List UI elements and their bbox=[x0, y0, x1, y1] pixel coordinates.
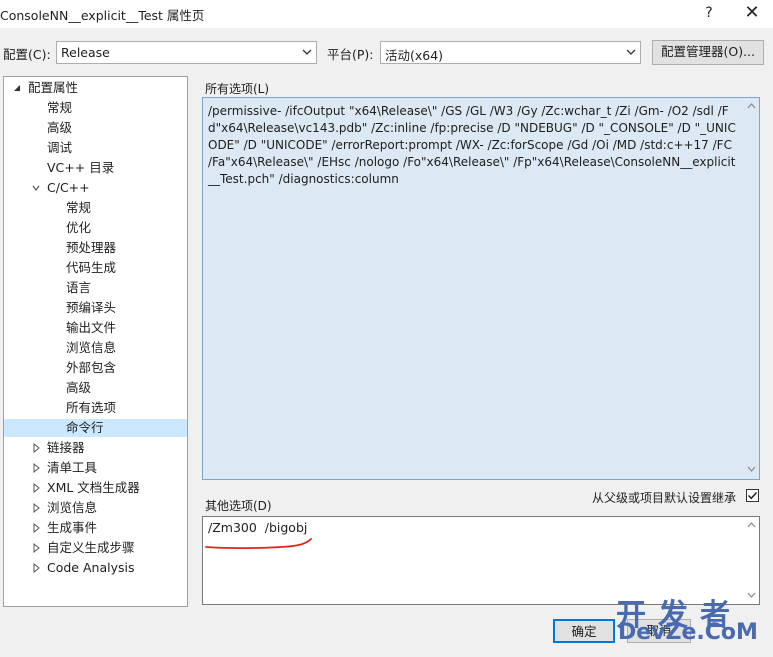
tree-item-label: 调试 bbox=[47, 140, 73, 155]
close-button[interactable]: ✕ bbox=[741, 3, 763, 25]
expand-arrow-icon[interactable] bbox=[31, 543, 41, 553]
all-options-box[interactable]: /permissive- /ifcOutput "x64\Release\" /… bbox=[202, 97, 760, 480]
config-label: 配置(C): bbox=[3, 47, 51, 62]
ok-button[interactable]: 确定 bbox=[553, 619, 615, 643]
tree-item[interactable]: 清单工具 bbox=[4, 459, 187, 477]
check-icon bbox=[747, 491, 758, 500]
tree-item-label: 生成事件 bbox=[47, 520, 98, 535]
tree-item-label: Code Analysis bbox=[47, 560, 135, 575]
collapse-arrow-icon[interactable] bbox=[31, 183, 41, 193]
watermark-en: DevZe.CoM bbox=[618, 620, 758, 645]
tree-item-label: 常规 bbox=[47, 100, 73, 115]
all-options-label: 所有选项(L) bbox=[205, 82, 270, 96]
expand-arrow-icon[interactable] bbox=[31, 503, 41, 513]
platform-value: 活动(x64) bbox=[385, 48, 444, 63]
tree-item-label: 高级 bbox=[66, 380, 92, 395]
help-button[interactable]: ? bbox=[698, 3, 720, 25]
tree-item-label: 外部包含 bbox=[66, 360, 117, 375]
tree-item[interactable]: 高级 bbox=[4, 119, 187, 137]
watermark-logo: 开发者 DevZe.CoM bbox=[616, 590, 772, 652]
tree-item-label: 常规 bbox=[66, 200, 92, 215]
scroll-up-icon bbox=[747, 103, 756, 109]
platform-label: 平台(P): bbox=[327, 47, 374, 62]
tree-item-label: 预编译头 bbox=[66, 300, 117, 315]
tree-item[interactable]: 语言 bbox=[4, 279, 187, 297]
tree-item-label: 清单工具 bbox=[47, 460, 98, 475]
scrollbar[interactable] bbox=[745, 99, 758, 478]
tree-item-label: 优化 bbox=[66, 220, 92, 235]
window-title: ConsoleNN__explicit__Test 属性页 bbox=[0, 8, 205, 23]
tree-item[interactable]: 预处理器 bbox=[4, 239, 187, 257]
tree-item[interactable]: 所有选项 bbox=[4, 399, 187, 417]
tree-item[interactable]: 链接器 bbox=[4, 439, 187, 457]
tree-item[interactable]: 浏览信息 bbox=[4, 499, 187, 517]
tree-item[interactable]: Code Analysis bbox=[4, 559, 187, 577]
tree-item-label: 所有选项 bbox=[66, 400, 117, 415]
tree-item-label: XML 文档生成器 bbox=[47, 480, 140, 495]
tree-item-label: 浏览信息 bbox=[47, 500, 98, 515]
tree-item[interactable]: 自定义生成步骤 bbox=[4, 539, 187, 557]
other-options-label: 其他选项(D) bbox=[205, 499, 272, 513]
tree-item[interactable]: VC++ 目录 bbox=[4, 159, 187, 177]
chevron-down-icon bbox=[302, 49, 312, 55]
tree-item-label: 链接器 bbox=[47, 440, 85, 455]
config-value: Release bbox=[61, 45, 110, 60]
expand-arrow-icon[interactable] bbox=[31, 443, 41, 453]
scroll-down-icon bbox=[747, 466, 756, 472]
tree-item[interactable]: XML 文档生成器 bbox=[4, 479, 187, 497]
tree-item-label: 命令行 bbox=[66, 420, 104, 435]
tree-item-label: 输出文件 bbox=[66, 320, 117, 335]
inherit-label: 从父级或项目默认设置继承 bbox=[592, 491, 737, 505]
tree-item-label: 语言 bbox=[66, 280, 92, 295]
tree-item[interactable]: 高级 bbox=[4, 379, 187, 397]
scroll-up-icon bbox=[747, 522, 756, 528]
tree-item[interactable]: 常规 bbox=[4, 199, 187, 217]
tree-item-label: 高级 bbox=[47, 120, 73, 135]
tree-item[interactable]: 生成事件 bbox=[4, 519, 187, 537]
expand-arrow-icon[interactable] bbox=[31, 483, 41, 493]
expand-arrow-icon[interactable] bbox=[31, 563, 41, 573]
tree-item[interactable]: 浏览信息 bbox=[4, 339, 187, 357]
tree-item-label: 配置属性 bbox=[28, 80, 79, 95]
all-options-text: /permissive- /ifcOutput "x64\Release\" /… bbox=[208, 104, 736, 186]
tree-item[interactable]: 外部包含 bbox=[4, 359, 187, 377]
chevron-down-icon bbox=[626, 49, 636, 55]
property-tree: 配置属性 常规 高级 调试 VC++ 目录 C/C++ 常规 优化 预处理器 代码生成 语言 预编译头… bbox=[3, 76, 188, 607]
tree-item[interactable]: 常规 bbox=[4, 99, 187, 117]
tree-item[interactable]: 配置属性 bbox=[4, 79, 187, 97]
tree-item[interactable]: 调试 bbox=[4, 139, 187, 157]
collapse-arrow-icon[interactable] bbox=[12, 83, 22, 93]
tree-item-label: VC++ 目录 bbox=[47, 160, 115, 175]
tree-item-label: 预处理器 bbox=[66, 240, 117, 255]
config-manager-button[interactable]: 配置管理器(O)... bbox=[652, 40, 764, 65]
tree-item[interactable]: 优化 bbox=[4, 219, 187, 237]
expand-arrow-icon[interactable] bbox=[31, 523, 41, 533]
config-dropdown[interactable]: Release bbox=[56, 41, 317, 64]
tree-item[interactable]: 预编译头 bbox=[4, 299, 187, 317]
tree-item-label: C/C++ bbox=[47, 180, 90, 195]
platform-dropdown[interactable]: 活动(x64) bbox=[380, 41, 641, 64]
title-bar: ConsoleNN__explicit__Test 属性页 ? ✕ bbox=[0, 0, 773, 28]
tree-item[interactable]: 代码生成 bbox=[4, 259, 187, 277]
tree-item[interactable]: 输出文件 bbox=[4, 319, 187, 337]
tree-item-label: 代码生成 bbox=[66, 260, 117, 275]
expand-arrow-icon[interactable] bbox=[31, 463, 41, 473]
tree-item[interactable]: C/C++ bbox=[4, 179, 187, 197]
tree-item-label: 自定义生成步骤 bbox=[47, 540, 135, 555]
red-underline-annotation bbox=[205, 538, 312, 549]
tree-item-label: 浏览信息 bbox=[66, 340, 117, 355]
other-options-value: /Zm300 /bigobj bbox=[208, 520, 308, 535]
inherit-checkbox[interactable] bbox=[746, 489, 759, 502]
tree-item[interactable]: 命令行 bbox=[4, 419, 187, 437]
